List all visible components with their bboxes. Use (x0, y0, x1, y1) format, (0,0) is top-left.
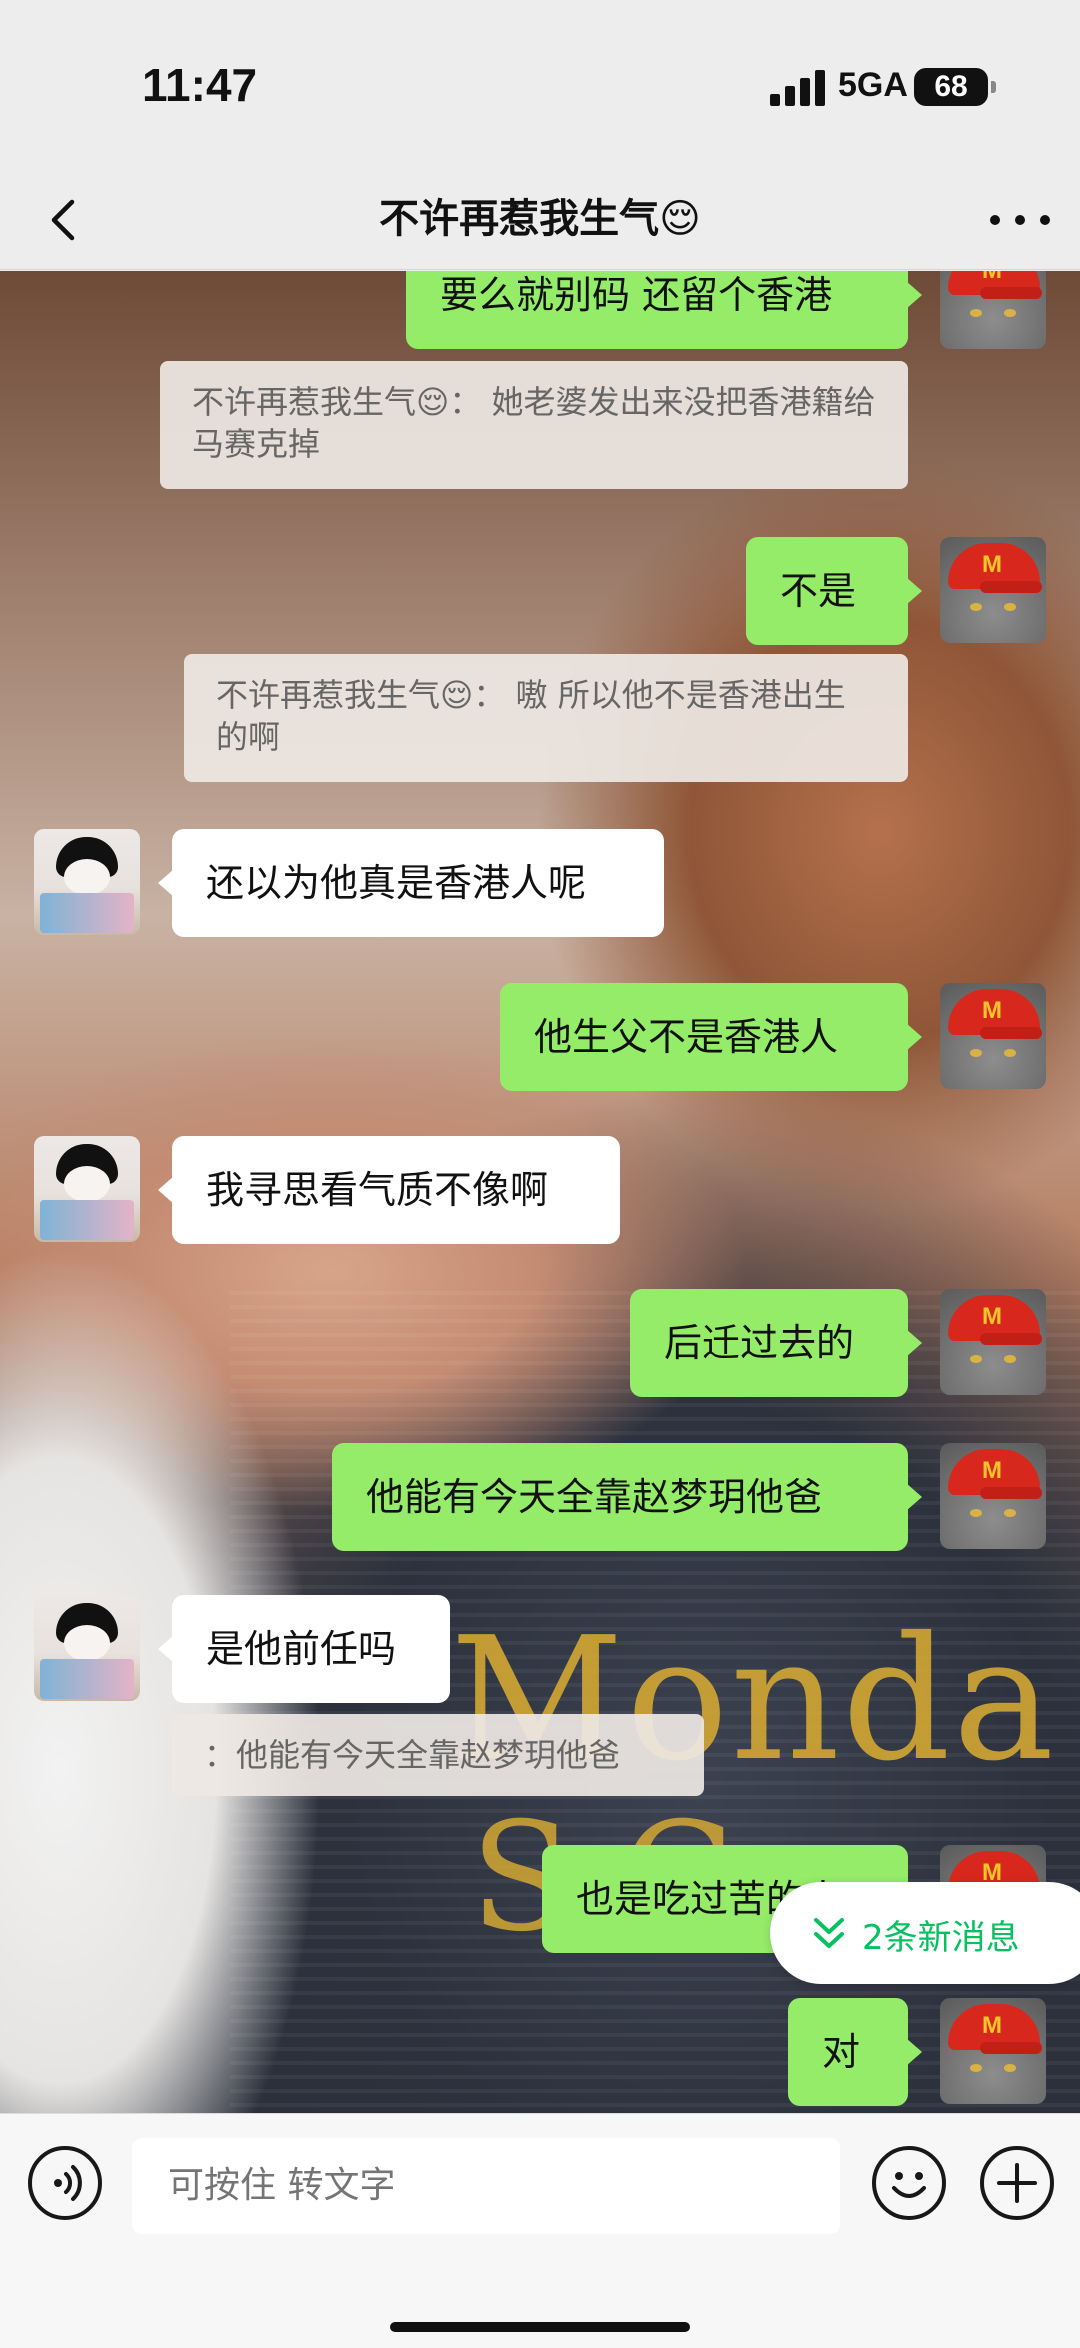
more-dots-icon[interactable] (990, 198, 1050, 242)
contact-avatar[interactable] (34, 1136, 140, 1242)
contact-avatar[interactable] (34, 1595, 140, 1701)
network-label: 5GA (838, 66, 908, 104)
my-avatar[interactable]: M (940, 537, 1046, 643)
input-bar (0, 2113, 1080, 2348)
message-bubble[interactable]: 后迁过去的 (630, 1289, 922, 1397)
message-bubble[interactable]: 我寻思看气质不像啊 (158, 1136, 620, 1244)
quoted-message[interactable]: ：他能有今天全靠赵梦玥他爸 (172, 1714, 704, 1796)
chat-area[interactable]: Monda S C 要么就别码 还留个香港 M 不许再惹我生气😌： 她老婆发出来… (0, 271, 1080, 2113)
home-indicator (390, 2322, 690, 2332)
my-avatar[interactable]: M (940, 1443, 1046, 1549)
new-messages-label: 2条新消息 (862, 1918, 1020, 1958)
message-bubble[interactable]: 他能有今天全靠赵梦玥他爸 (332, 1443, 922, 1551)
my-avatar[interactable]: M (940, 1998, 1046, 2104)
my-avatar[interactable]: M (940, 983, 1046, 1089)
new-messages-button[interactable]: 2条新消息 (770, 1882, 1080, 1984)
quoted-message[interactable]: 不许再惹我生气😌： 她老婆发出来没把香港籍给马赛克掉 (160, 361, 908, 489)
message-bubble[interactable]: 是他前任吗 (158, 1595, 450, 1703)
status-time: 11:47 (142, 59, 258, 111)
message-bubble[interactable]: 要么就别码 还留个香港 (406, 271, 922, 349)
battery-icon: 68 (914, 68, 996, 106)
message-bubble[interactable]: 他生父不是香港人 (500, 983, 922, 1091)
message-input[interactable] (132, 2138, 840, 2234)
my-avatar[interactable]: M (940, 271, 1046, 349)
emoji-icon[interactable] (872, 2146, 946, 2220)
voice-icon[interactable] (28, 2146, 102, 2220)
battery-level: 68 (934, 70, 968, 103)
nav-bar: 不许再惹我生气😌 (0, 170, 1080, 270)
signal-icon (770, 70, 826, 106)
status-bar: 11:47 5GA 68 (0, 0, 1080, 170)
message-bubble[interactable]: 不是 (746, 537, 922, 645)
message-bubble[interactable]: 对 (788, 1998, 922, 2106)
contact-avatar[interactable] (34, 829, 140, 935)
quoted-message[interactable]: 不许再惹我生气😌： 嗷 所以他不是香港出生的啊 (184, 654, 908, 782)
plus-icon[interactable] (980, 2146, 1054, 2220)
my-avatar[interactable]: M (940, 1289, 1046, 1395)
chat-title: 不许再惹我生气😌 (379, 196, 701, 242)
double-chevron-down-icon (812, 1914, 846, 1952)
message-bubble[interactable]: 还以为他真是香港人呢 (158, 829, 664, 937)
